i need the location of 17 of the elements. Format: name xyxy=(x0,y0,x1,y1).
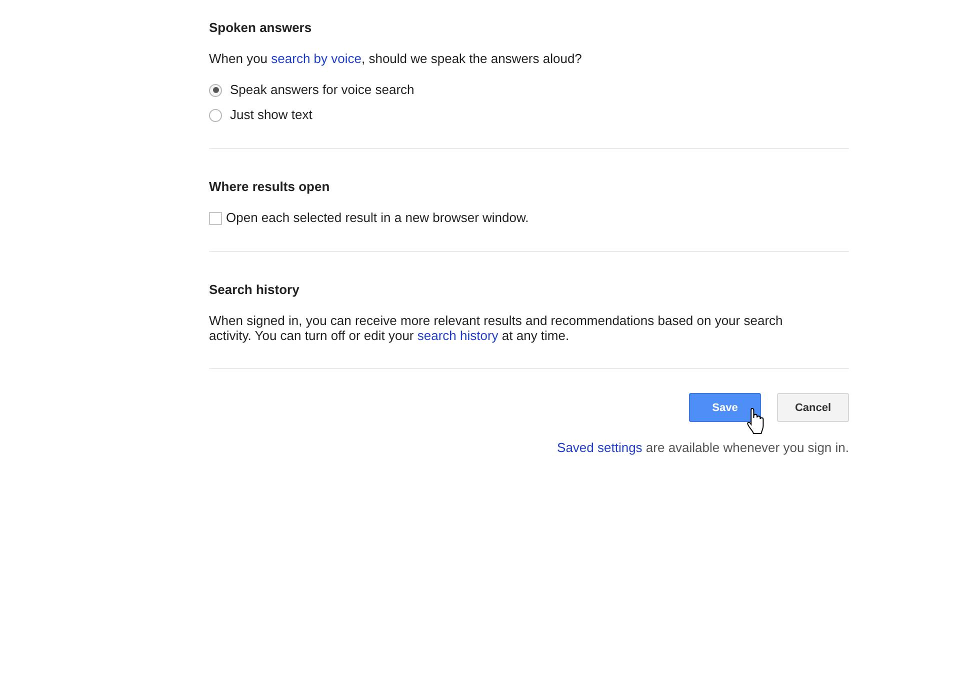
section-heading: Search history xyxy=(209,282,300,298)
checkbox-label[interactable]: Open each selected result in a new browser window. xyxy=(226,210,529,226)
radio-button[interactable] xyxy=(209,84,222,96)
radio-button[interactable] xyxy=(209,108,222,122)
cancel-button[interactable]: Cancel xyxy=(777,393,849,422)
radio-label[interactable]: Just show text xyxy=(230,107,312,123)
section-description: When you search by voice, should we speak the answers aloud? xyxy=(209,51,583,66)
link[interactable]: search history xyxy=(417,328,498,343)
link[interactable]: search by voice xyxy=(271,51,362,66)
section-description: When signed in, you can receive more relevant results and recommendations based on your search activity. You can turn off or edit your search history at any time. xyxy=(209,313,784,343)
footer-text: are available whenever you sign in. xyxy=(644,440,849,455)
saved-settings-link[interactable]: Saved settings xyxy=(557,440,642,455)
radio-label[interactable]: Speak answers for voice search xyxy=(230,82,414,98)
section-heading: Spoken answers xyxy=(209,20,313,36)
checkbox[interactable] xyxy=(209,212,222,224)
hand-cursor-icon xyxy=(746,407,766,435)
section-heading: Where results open xyxy=(209,179,331,195)
